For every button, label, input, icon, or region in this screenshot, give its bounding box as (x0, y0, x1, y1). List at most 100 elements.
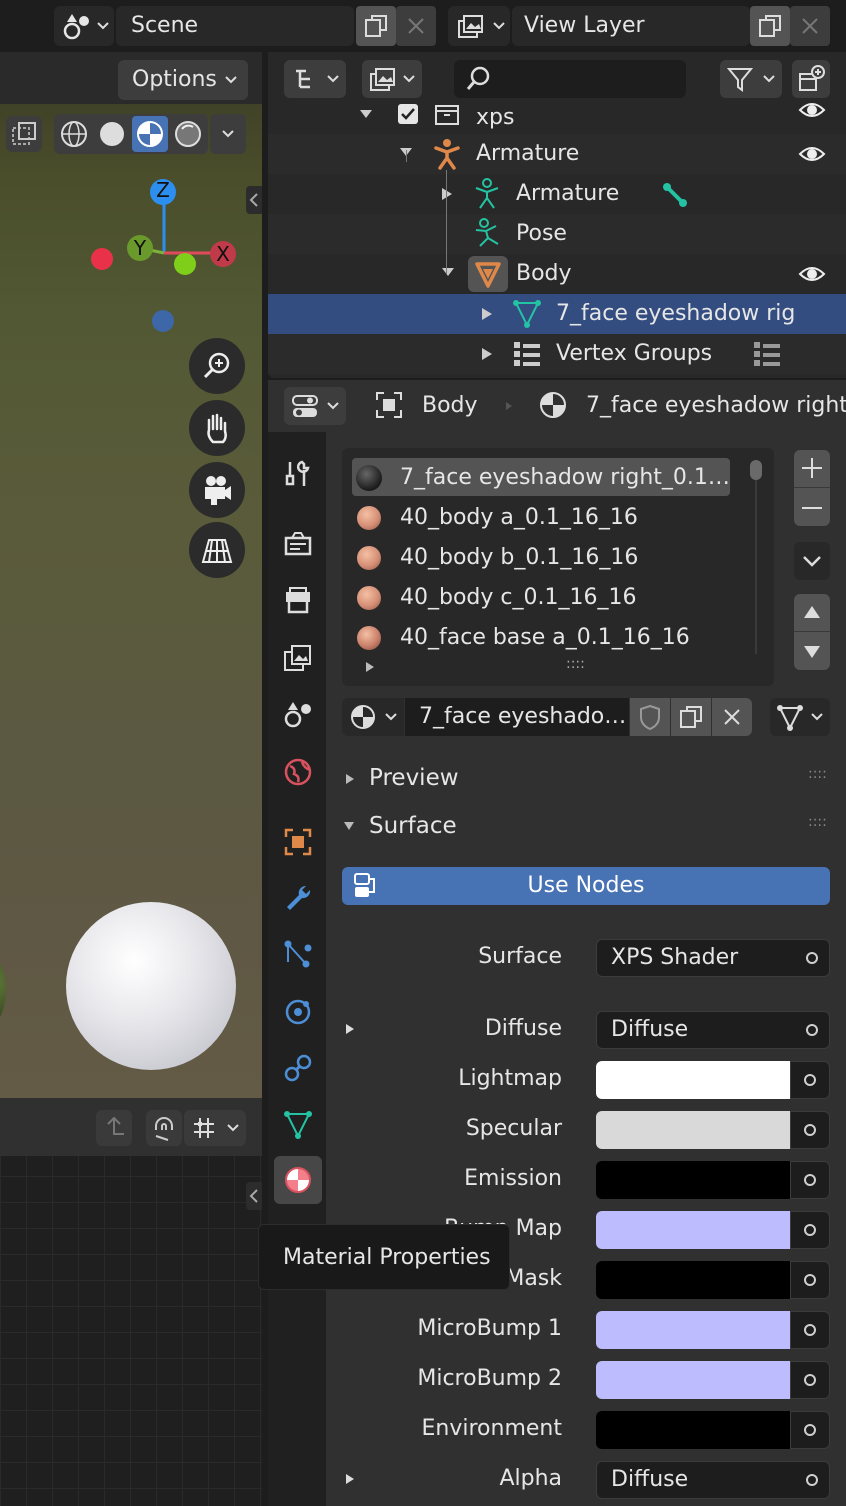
material-slot-item[interactable]: 40_face base a_0.1_16_16 (352, 618, 732, 658)
emission-color-swatch[interactable] (596, 1161, 790, 1199)
material-name-field[interactable]: 7_face eyeshado… (405, 698, 629, 736)
scrollbar-thumb[interactable] (750, 460, 762, 480)
slot-specials-menu[interactable] (794, 542, 830, 580)
expand-right-icon[interactable] (440, 186, 454, 202)
outliner-filter-dropdown[interactable] (720, 60, 782, 98)
bump-map-color-swatch[interactable] (596, 1211, 790, 1249)
material-slot-item[interactable]: 7_face eyeshadow right_0.1… (352, 458, 732, 498)
material-slot-item[interactable]: 40_body a_0.1_16_16 (352, 498, 732, 538)
emission-socket-button[interactable] (790, 1161, 830, 1199)
outliner-row-mesh-data[interactable]: 7_face eyeshadow rig (268, 294, 846, 334)
scene-name-field[interactable]: Scene (116, 6, 354, 46)
surface-panel-header[interactable]: Surface :::: (326, 804, 846, 848)
delete-view-layer-button[interactable] (790, 6, 830, 46)
lightmap-color-swatch[interactable] (596, 1061, 790, 1099)
expand-right-icon[interactable] (480, 306, 494, 322)
snap-toggle[interactable] (146, 1110, 182, 1146)
collection-checkbox[interactable] (398, 104, 418, 124)
scene-type-dropdown[interactable] (54, 6, 114, 46)
rendered-shading-button[interactable] (170, 116, 206, 152)
new-collection-button[interactable] (792, 60, 830, 98)
new-scene-button[interactable] (356, 6, 396, 46)
move-up-icon[interactable] (802, 602, 822, 622)
diffuse-input-selector[interactable]: Diffuse (596, 1011, 830, 1049)
options-dropdown[interactable]: Options (118, 60, 248, 100)
material-link-dropdown[interactable] (770, 698, 830, 736)
view-layer-filter-dropdown[interactable] (362, 60, 422, 98)
add-icon[interactable] (800, 456, 824, 480)
outliner-row-pose[interactable]: Pose (268, 214, 846, 254)
tab-view-layer[interactable] (274, 634, 322, 682)
display-mode-dropdown[interactable] (284, 60, 346, 98)
outliner-search-input[interactable] (454, 60, 686, 98)
editor-type-dropdown[interactable] (284, 387, 346, 425)
preview-panel-header[interactable]: Preview :::: (326, 756, 846, 800)
tab-output[interactable] (274, 576, 322, 624)
expand-right-icon[interactable] (364, 660, 376, 674)
tab-object[interactable] (274, 818, 322, 866)
microbump1-color-swatch[interactable] (596, 1311, 790, 1349)
node-editor[interactable] (0, 1098, 262, 1506)
delete-scene-button[interactable] (396, 6, 436, 46)
eye-icon[interactable] (798, 144, 826, 164)
outliner-row-armature-data[interactable]: Armature (268, 174, 846, 214)
microbump1-socket-button[interactable] (790, 1311, 830, 1349)
specular-socket-button[interactable] (790, 1111, 830, 1149)
slot-list-scrollbar[interactable] (750, 460, 762, 654)
tab-tool[interactable] (274, 450, 322, 498)
snap-target-dropdown[interactable] (184, 1110, 246, 1146)
eye-icon[interactable] (798, 264, 826, 284)
tab-render[interactable] (274, 520, 322, 568)
alpha-input-selector[interactable]: Diffuse (596, 1461, 830, 1499)
xray-toggle[interactable] (6, 116, 42, 152)
surface-shader-selector[interactable]: XPS Shader (596, 939, 830, 977)
eye-icon[interactable] (798, 100, 826, 120)
tab-modifiers[interactable] (274, 874, 322, 922)
lightmap-socket-button[interactable] (790, 1061, 830, 1099)
bump-map-socket-button[interactable] (790, 1211, 830, 1249)
panel-drag-grip[interactable]: :::: (808, 814, 827, 830)
outliner-row-armature[interactable]: Armature (268, 134, 846, 174)
perspective-toggle-button[interactable] (189, 522, 245, 578)
specular-color-swatch[interactable] (596, 1111, 790, 1149)
new-view-layer-button[interactable] (750, 6, 790, 46)
sphere-object[interactable] (66, 902, 236, 1070)
browse-material-dropdown[interactable] (342, 698, 404, 736)
outliner-row-vertex-groups[interactable]: Vertex Groups (268, 334, 846, 374)
tab-world[interactable] (274, 748, 322, 796)
unlink-material-button[interactable] (712, 698, 752, 736)
new-material-button[interactable] (671, 698, 711, 736)
view-layer-name-field[interactable]: View Layer (512, 6, 750, 46)
list-resize-grip[interactable]: :::: (566, 656, 585, 672)
material-slot-item[interactable]: 40_body b_0.1_16_16 (352, 538, 732, 578)
move-down-icon[interactable] (802, 642, 822, 662)
use-nodes-toggle[interactable]: Use Nodes (342, 867, 830, 905)
material-slot-item[interactable]: 40_body c_0.1_16_16 (352, 578, 732, 618)
microbump2-color-swatch[interactable] (596, 1361, 790, 1399)
microbump2-socket-button[interactable] (790, 1361, 830, 1399)
sidebar-toggle[interactable] (246, 186, 262, 214)
outliner-row-xps[interactable]: xps (268, 103, 846, 132)
environment-socket-button[interactable] (790, 1411, 830, 1449)
remove-icon[interactable] (800, 496, 824, 520)
outliner-row-body[interactable]: Body (268, 254, 846, 294)
environment-color-swatch[interactable] (596, 1411, 790, 1449)
node-sidebar-toggle[interactable] (246, 1182, 262, 1210)
solid-shading-button[interactable] (94, 116, 130, 152)
pan-button[interactable] (189, 400, 245, 456)
bump-mask-socket-button[interactable] (790, 1261, 830, 1299)
shading-options-dropdown[interactable] (210, 114, 246, 154)
tab-scene[interactable] (274, 690, 322, 738)
expand-down-icon[interactable] (358, 108, 374, 122)
zoom-button[interactable] (189, 338, 245, 394)
parent-node-tree-button[interactable] (96, 1110, 132, 1146)
expand-right-icon[interactable] (480, 346, 494, 362)
camera-view-button[interactable] (189, 462, 245, 518)
bump-mask-color-swatch[interactable] (596, 1261, 790, 1299)
material-preview-shading-button[interactable] (132, 116, 168, 152)
wireframe-shading-button[interactable] (56, 116, 92, 152)
panel-drag-grip[interactable]: :::: (808, 766, 827, 782)
view-layer-type-dropdown[interactable] (448, 6, 510, 46)
expand-down-icon[interactable] (440, 266, 456, 280)
fake-user-toggle[interactable] (630, 698, 670, 736)
